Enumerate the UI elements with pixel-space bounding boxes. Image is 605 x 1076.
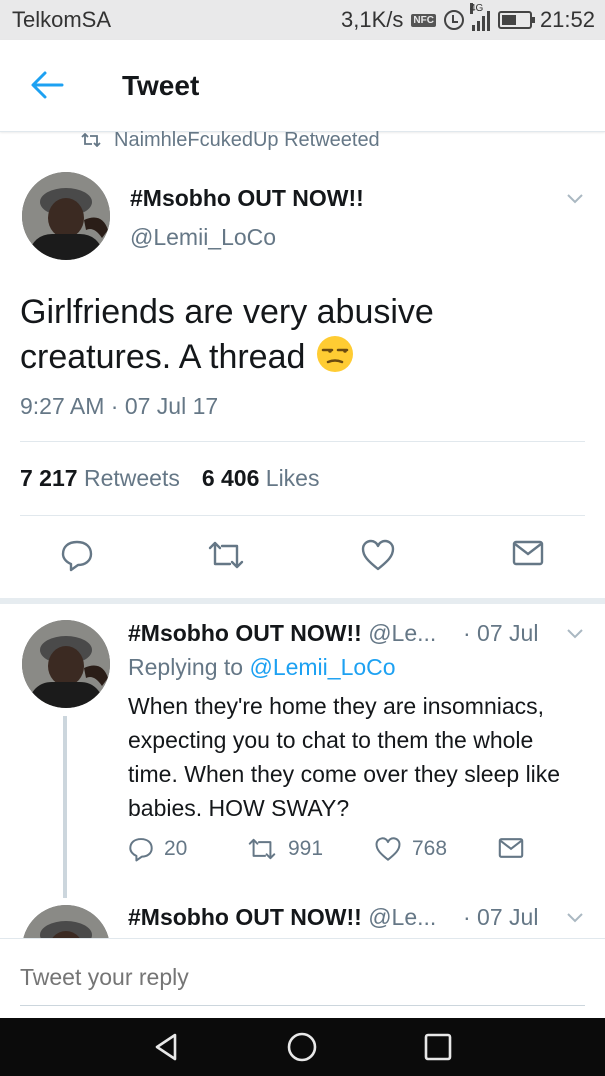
replying-to: Replying to @Lemii_LoCo — [128, 654, 396, 681]
unamused-face-icon — [316, 336, 353, 372]
status-icons: 3,1K/s NFC 4G 21:52 — [341, 3, 595, 33]
retweeted-by-label: NaimhleFcukedUp Retweeted — [114, 128, 380, 151]
chevron-down-icon[interactable] — [566, 193, 584, 205]
tweet-stats: 7 217 Retweets 6 406 Likes — [20, 465, 319, 492]
app-bar: Tweet — [0, 40, 605, 132]
heart-icon — [375, 837, 401, 861]
reply-text: When they're home they are insomniacs, e… — [128, 693, 561, 821]
reply-action-message[interactable] — [498, 836, 524, 860]
page-title: Tweet — [122, 70, 200, 101]
retweets-count: 7 217 — [20, 465, 78, 491]
recents-nav-icon[interactable] — [422, 1031, 454, 1063]
reply-icon — [129, 838, 153, 862]
divider — [20, 441, 585, 442]
reply-actions: 20 991 768 — [128, 836, 588, 866]
replying-to-handle[interactable]: @Lemii_LoCo — [249, 654, 395, 680]
reply-date: · 07 Jul — [463, 620, 539, 646]
retweet-icon — [248, 838, 276, 860]
retweet-icon — [81, 133, 101, 147]
heart-icon[interactable] — [360, 538, 396, 572]
reply-action-reply[interactable]: 20 — [128, 836, 187, 862]
tweet-text: Girlfriends are very abusive creatures. … — [20, 290, 580, 379]
network-type: 4G — [469, 3, 484, 14]
likes-count: 6 406 — [201, 465, 260, 491]
likes-label: Likes — [265, 465, 320, 491]
like-count: 768 — [412, 837, 448, 860]
reply-count: 20 — [164, 837, 188, 860]
reply-action-like[interactable]: 768 — [374, 836, 447, 862]
back-arrow-icon[interactable] — [30, 70, 64, 100]
avatar-image — [22, 172, 110, 260]
retweets-label: Retweets — [83, 465, 180, 491]
carrier-name: TelkomSA — [12, 7, 112, 32]
tweet-timestamp: 9:27 AM · 07 Jul 17 — [20, 393, 219, 419]
author-name[interactable]: #Msobho OUT NOW!! — [130, 185, 364, 212]
retweet-count: 991 — [288, 837, 324, 860]
signal-icon: 4G — [469, 3, 490, 31]
reply-author-name: #Msobho OUT NOW!! — [128, 904, 362, 930]
chevron-down-icon[interactable] — [566, 628, 584, 640]
retweet-icon[interactable] — [206, 538, 246, 572]
system-nav-bar — [0, 1018, 605, 1076]
avatar[interactable] — [22, 172, 110, 260]
divider — [20, 515, 585, 516]
retweeted-banner[interactable]: NaimhleFcukedUp Retweeted — [80, 127, 380, 153]
home-nav-icon[interactable] — [286, 1031, 318, 1063]
clock: 21:52 — [539, 7, 595, 32]
reply-author-handle: @Le... — [368, 620, 437, 646]
nfc-icon: NFC — [411, 13, 436, 27]
back-nav-icon[interactable] — [150, 1031, 182, 1063]
reply-icon[interactable] — [60, 538, 94, 572]
likes-stat[interactable]: 6 406 Likes — [202, 465, 320, 492]
reply-input[interactable] — [20, 964, 585, 991]
reply-composer — [0, 938, 605, 1018]
author-handle[interactable]: @Lemii_LoCo — [130, 224, 276, 251]
reply-date: · 07 Jul — [463, 904, 539, 930]
reply-author[interactable]: #Msobho OUT NOW!! @Le... — [128, 904, 436, 931]
chevron-down-icon[interactable] — [566, 912, 584, 924]
section-separator — [0, 598, 605, 604]
replying-to-prefix: Replying to — [128, 654, 244, 680]
retweets-stat[interactable]: 7 217 Retweets — [20, 465, 180, 492]
tweet-actions — [0, 538, 605, 578]
reply-author[interactable]: #Msobho OUT NOW!! @Le... — [128, 620, 436, 647]
reply-author-name: #Msobho OUT NOW!! — [128, 620, 362, 646]
status-bar: TelkomSA 3,1K/s NFC 4G 21:52 — [0, 0, 605, 40]
avatar[interactable] — [22, 620, 110, 708]
avatar-image — [22, 620, 110, 708]
message-icon — [498, 838, 524, 858]
battery-icon — [497, 11, 535, 29]
input-underline — [20, 1005, 585, 1006]
thread-connector — [63, 716, 67, 898]
reply-action-retweet[interactable]: 991 — [246, 836, 323, 862]
tweet-body: Girlfriends are very abusive creatures. … — [20, 293, 434, 376]
message-icon[interactable] — [512, 538, 544, 568]
network-speed: 3,1K/s — [341, 7, 404, 32]
reply-author-handle: @Le... — [368, 904, 437, 930]
alarm-icon — [443, 10, 464, 30]
